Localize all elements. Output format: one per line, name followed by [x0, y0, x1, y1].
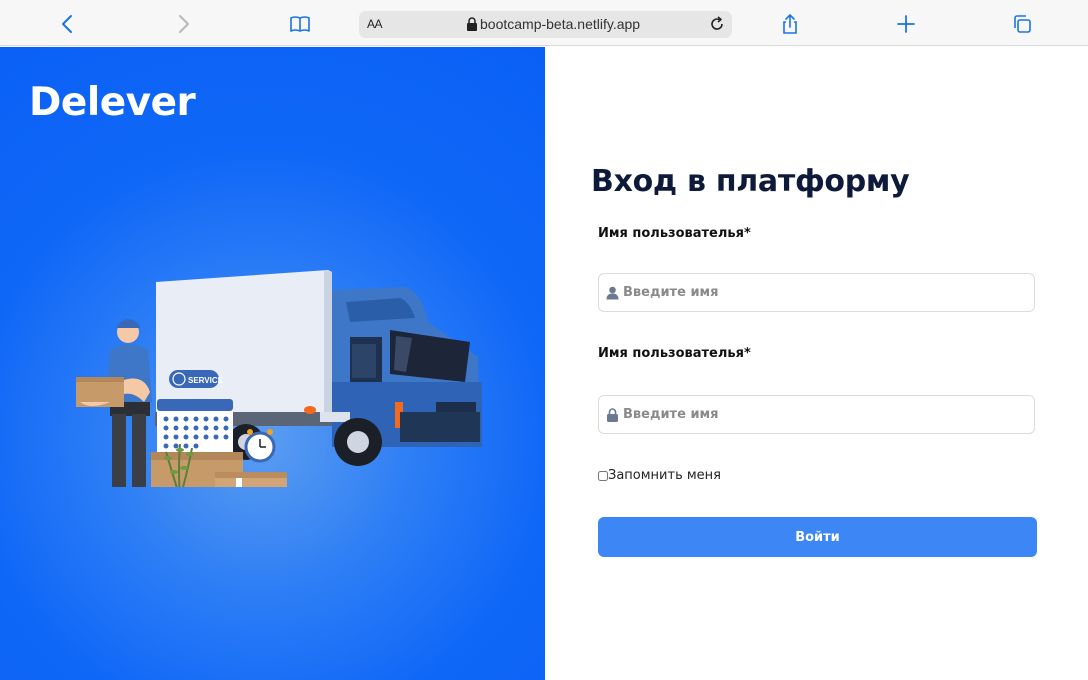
address-bar[interactable]: AA bootcamp-beta.netlify.app — [359, 11, 732, 38]
bookmarks-icon[interactable] — [287, 11, 313, 37]
lock-icon — [607, 408, 618, 422]
text-size-button[interactable]: AA — [367, 17, 383, 31]
service-badge: SERVICE — [169, 370, 224, 388]
remember-me[interactable]: Запомнить меня — [598, 468, 721, 483]
brand-logo: Delever — [29, 80, 196, 125]
tabs-icon[interactable] — [1009, 11, 1035, 37]
delivery-illustration: SERVICE — [76, 270, 482, 487]
url-text: bootcamp-beta.netlify.app — [480, 16, 641, 32]
remember-checkbox[interactable] — [598, 470, 608, 481]
page-title: Вход в платформу — [591, 164, 910, 199]
calendar-icon — [157, 399, 233, 455]
reload-icon[interactable] — [708, 15, 726, 33]
username-input[interactable] — [623, 274, 1023, 311]
username-field-wrapper[interactable] — [598, 273, 1035, 312]
share-icon[interactable] — [777, 11, 803, 37]
browser-toolbar: AA bootcamp-beta.netlify.app — [0, 0, 1088, 46]
back-icon[interactable] — [55, 11, 81, 37]
user-icon — [606, 286, 619, 300]
password-label: Имя пользователья* — [598, 346, 751, 361]
password-field-wrapper[interactable] — [598, 395, 1035, 434]
login-button[interactable]: Войти — [598, 517, 1037, 557]
clock-icon — [244, 429, 276, 463]
remember-label: Запомнить меня — [608, 468, 722, 483]
new-tab-icon[interactable] — [893, 11, 919, 37]
hero-panel: Delever SERVICE — [0, 47, 545, 680]
courier-icon — [76, 319, 152, 487]
password-input[interactable] — [623, 396, 1023, 433]
login-panel: Вход в платформу Имя пользователья* Имя … — [545, 47, 1088, 680]
svg-text:SERVICE: SERVICE — [188, 376, 224, 385]
username-label: Имя пользователья* — [598, 226, 751, 241]
forward-icon[interactable] — [170, 11, 196, 37]
lock-icon — [467, 17, 477, 31]
